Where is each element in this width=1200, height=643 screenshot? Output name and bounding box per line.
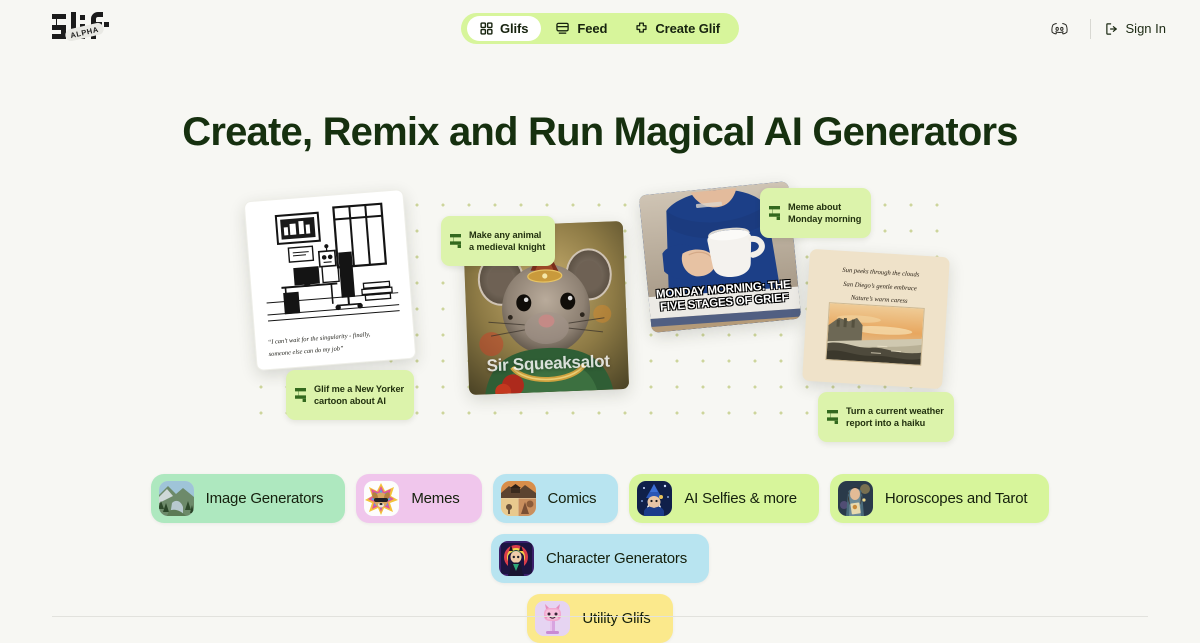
glif-g-icon bbox=[826, 397, 839, 437]
category-pill-memes[interactable]: Memes bbox=[356, 474, 481, 523]
nav-item-feed[interactable]: Feed bbox=[543, 16, 620, 41]
hero-tag-label: Glif me a New Yorker cartoon about AI bbox=[314, 383, 404, 408]
glif-g-icon bbox=[294, 375, 307, 415]
hero-tag-haiku[interactable]: Turn a current weather report into a hai… bbox=[818, 392, 954, 442]
category-pill-utility-glifs[interactable]: Utility Glifs bbox=[527, 594, 672, 643]
hero-tag-label: Make any animal a medieval knight bbox=[469, 229, 545, 254]
hero-tag-cartoon[interactable]: Glif me a New Yorker cartoon about AI bbox=[286, 370, 414, 420]
glif-logo[interactable]: ALPHA bbox=[50, 9, 112, 47]
category-pill-character-generators[interactable]: Character Generators bbox=[491, 534, 709, 583]
hero-tag-mouse-knight[interactable]: Make any animal a medieval knight bbox=[441, 216, 555, 266]
rainbow-dog-thumb-icon bbox=[364, 481, 399, 516]
hero-card-haiku-postcard[interactable]: Sun peeks through the clouds San Diego’s… bbox=[802, 249, 950, 389]
primary-nav: Glifs Feed Create Glif bbox=[461, 13, 739, 44]
category-pill-image-generators[interactable]: Image Generators bbox=[151, 474, 346, 523]
hero-tag-label: Turn a current weather report into a hai… bbox=[846, 405, 944, 430]
header-actions: Sign In bbox=[1041, 0, 1180, 57]
login-arrow-icon bbox=[1105, 22, 1119, 36]
category-pill-ai-selfies[interactable]: AI Selfies & more bbox=[629, 474, 818, 523]
category-label: Horoscopes and Tarot bbox=[885, 490, 1027, 507]
category-pill-horoscopes-tarot[interactable]: Horoscopes and Tarot bbox=[830, 474, 1049, 523]
category-pill-list: Image Generators Memes bbox=[0, 474, 1200, 643]
hero-card-cartoon[interactable]: “I can’t wait for the singularity - fina… bbox=[244, 189, 417, 371]
category-label: Image Generators bbox=[206, 490, 324, 507]
feed-window-icon bbox=[556, 22, 570, 35]
hero-tag-label: Meme about Monday morning bbox=[788, 201, 861, 226]
page-title: Create, Remix and Run Magical AI Generat… bbox=[0, 110, 1200, 155]
glif-g-icon bbox=[768, 193, 781, 233]
anime-character-thumb-icon bbox=[499, 541, 534, 576]
sign-in-label: Sign In bbox=[1126, 21, 1166, 36]
haiku-landscape-illustration bbox=[825, 302, 924, 366]
category-label: Comics bbox=[548, 490, 597, 507]
nav-label-create-glif: Create Glif bbox=[655, 21, 720, 36]
plus-cross-icon bbox=[635, 22, 648, 35]
nav-label-feed: Feed bbox=[577, 21, 607, 36]
nav-item-create-glif[interactable]: Create Glif bbox=[622, 16, 733, 41]
pink-robot-thumb-icon bbox=[535, 601, 570, 636]
cartoon-illustration bbox=[257, 201, 399, 323]
tarot-woman-thumb-icon bbox=[838, 481, 873, 516]
comic-panels-thumb-icon bbox=[501, 481, 536, 516]
category-label: Character Generators bbox=[546, 550, 687, 567]
category-label: AI Selfies & more bbox=[684, 490, 796, 507]
discord-icon[interactable] bbox=[1041, 16, 1078, 41]
hero-collage: “I can’t wait for the singularity - fina… bbox=[0, 180, 1200, 430]
nav-item-glifs[interactable]: Glifs bbox=[467, 16, 541, 41]
grid-icon bbox=[480, 22, 493, 35]
glif-g-icon bbox=[449, 221, 462, 261]
header-divider bbox=[1090, 19, 1091, 39]
category-label: Utility Glifs bbox=[582, 610, 650, 627]
sign-in-button[interactable]: Sign In bbox=[1103, 15, 1180, 42]
wizard-thumb-icon bbox=[637, 481, 672, 516]
cartoon-caption: “I can’t wait for the singularity - fina… bbox=[267, 326, 404, 361]
footer-divider bbox=[52, 616, 1148, 617]
category-label: Memes bbox=[411, 490, 459, 507]
nav-label-glifs: Glifs bbox=[500, 21, 528, 36]
landscape-river-thumb-icon bbox=[159, 481, 194, 516]
category-pill-comics[interactable]: Comics bbox=[493, 474, 619, 523]
hero-tag-monday-meme[interactable]: Meme about Monday morning bbox=[760, 188, 871, 238]
site-header: ALPHA Glifs Feed bbox=[0, 0, 1200, 57]
